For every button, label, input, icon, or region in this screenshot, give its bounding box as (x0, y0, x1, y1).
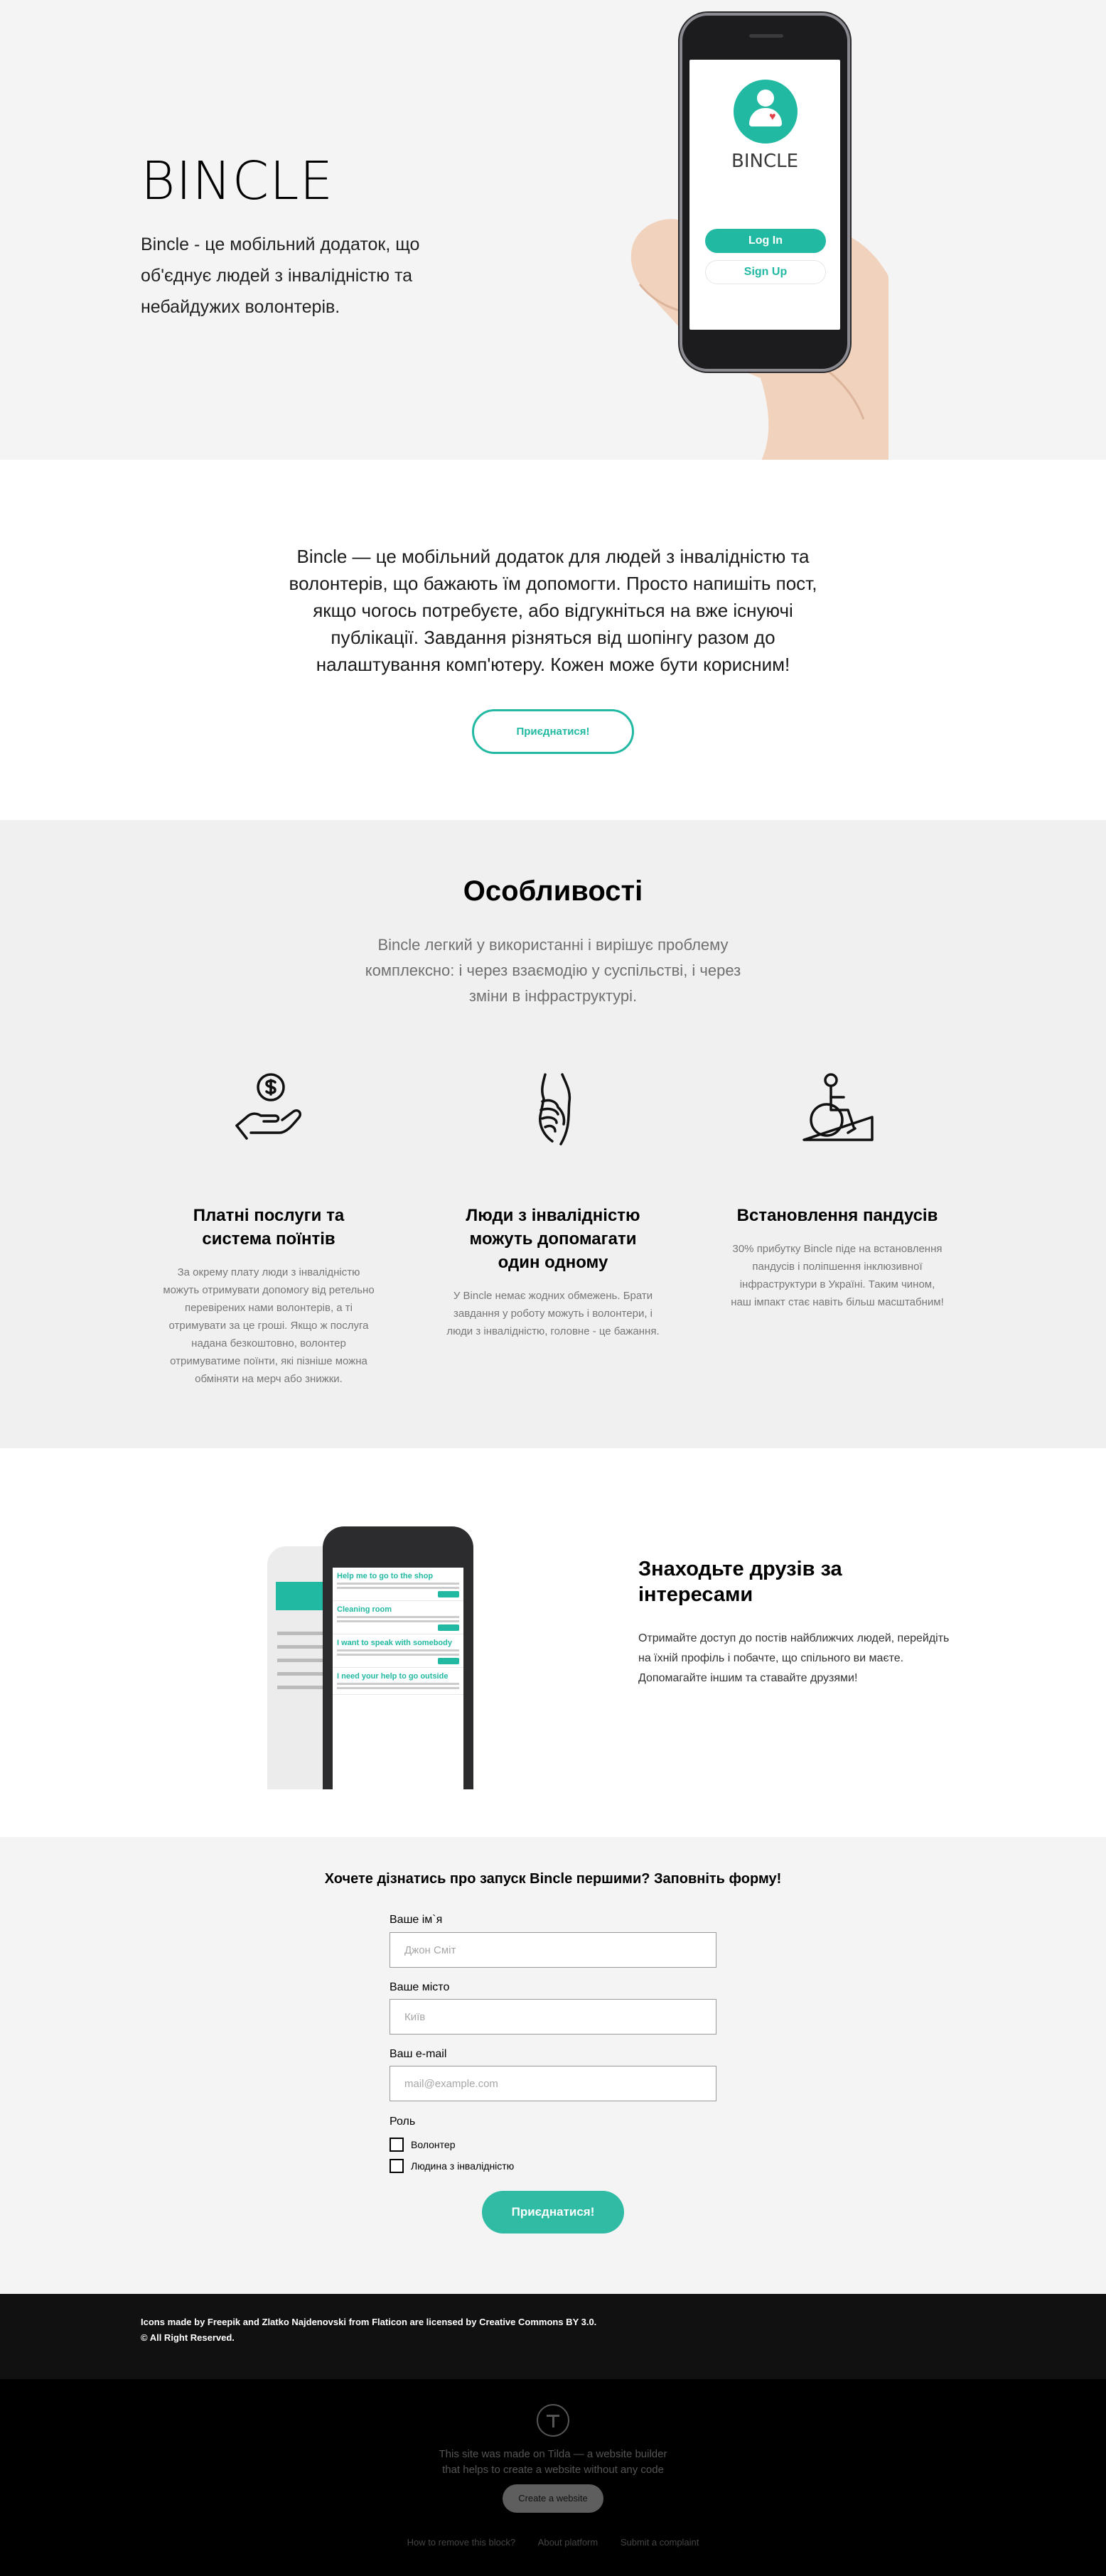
city-label: Ваше місто (390, 1981, 450, 1993)
mock-post: I need your help to go outside (333, 1668, 463, 1695)
features-section: Особливості Bincle легкий у використанні… (0, 820, 1106, 1448)
mock-post: Cleaning room (333, 1601, 463, 1634)
app-name: BINCLE (731, 151, 799, 172)
money-hand-icon (235, 1073, 302, 1140)
feature-title: Встановлення пандусів (736, 1206, 938, 1225)
join-button[interactable]: Приєднатися! (472, 709, 634, 754)
role-disabled-checkbox[interactable]: Людина з інвалідністю (390, 2159, 514, 2173)
app-login-button: Log In (705, 229, 826, 253)
mock-post: I want to speak with somebody (333, 1634, 463, 1668)
about-section: Bincle — це мобільний додаток для людей … (0, 460, 1106, 820)
feature-title: Люди з інвалідністю можуть допомагати од… (466, 1206, 640, 1272)
checkbox-label: Людина з інвалідністю (411, 2160, 515, 2172)
wheelchair-ramp-icon (802, 1073, 874, 1141)
checkbox-label: Волонтер (411, 2139, 456, 2150)
credits-section: Icons made by Freepik and Zlatko Najdeno… (0, 2294, 1106, 2379)
tilda-links: How to remove this block? About platform… (0, 2537, 1106, 2548)
role-label: Роль (390, 2116, 416, 2128)
create-website-button[interactable]: Create a website (503, 2484, 603, 2513)
signup-form-section: Хочете дізнатись про запуск Bincle перши… (0, 1837, 1106, 2294)
phone-in-hand-image: ♥ BINCLE Log In Sign Up (618, 0, 903, 460)
email-input[interactable] (390, 2066, 716, 2101)
feed-screen-mockup: Help me to go to the shop Cleaning room … (323, 1526, 473, 1789)
tilda-footer: This site was made on Tilda — a website … (0, 2379, 1106, 2576)
feature-title: Платні послуги та система поїнтів (193, 1206, 345, 1249)
bincle-logo-icon: ♥ (734, 80, 798, 144)
submit-complaint-link[interactable]: Submit a complaint (621, 2537, 699, 2548)
friends-section: Help me to go to the shop Cleaning room … (0, 1448, 1106, 1837)
feature-ramps: Встановлення пандусів 30% прибутку Bincl… (731, 1070, 944, 1311)
icons-credit: Icons made by Freepik and Zlatko Najdeno… (141, 2317, 597, 2327)
feature-text: У Bincle немає жодних обмежень. Брати за… (446, 1290, 660, 1337)
about-platform-link[interactable]: About platform (538, 2537, 598, 2548)
feature-text: За окрему плату люди з інвалідністю можу… (163, 1266, 375, 1385)
phone-screen: ♥ BINCLE Log In Sign Up (689, 60, 840, 330)
handshake-icon (539, 1073, 571, 1146)
form-title: Хочете дізнатись про запуск Bincle перши… (324, 1871, 782, 1887)
smartphone: ♥ BINCLE Log In Sign Up (680, 13, 850, 372)
features-title: Особливості (463, 875, 643, 907)
name-label: Ваше ім`я (390, 1914, 443, 1926)
checkbox-box[interactable] (390, 2138, 404, 2152)
email-label: Ваш e-mail (390, 2048, 447, 2060)
role-volunteer-checkbox[interactable]: Волонтер (390, 2138, 456, 2152)
copyright: © All Right Reserved. (141, 2332, 235, 2343)
phone-speaker (749, 34, 783, 38)
app-signup-button: Sign Up (705, 260, 826, 284)
feature-paid-services: Платні послуги та система поїнтів За окр… (162, 1070, 375, 1388)
name-input[interactable] (390, 1932, 716, 1968)
hero-subtitle: Bincle - це мобільний додаток, що об'єдн… (141, 235, 420, 317)
friends-title: Знаходьте друзів за інтересами (638, 1558, 842, 1606)
checkbox-box[interactable] (390, 2159, 404, 2173)
tilda-logo-icon[interactable] (537, 2404, 569, 2437)
friends-text: Отримайте доступ до постів найближчих лю… (638, 1632, 950, 1684)
app-screens-mockup: Help me to go to the shop Cleaning room … (267, 1526, 473, 1789)
feature-mutual-help: Люди з інвалідністю можуть допомагати од… (446, 1070, 660, 1340)
tilda-text: This site was made on Tilda — a website … (439, 2448, 667, 2476)
mock-post: Help me to go to the shop (333, 1568, 463, 1601)
city-input[interactable] (390, 1999, 716, 2035)
submit-button[interactable]: Приєднатися! (482, 2191, 624, 2233)
about-text: Bincle — це мобільний додаток для людей … (289, 546, 817, 675)
hero-title: BINCLE (141, 151, 334, 212)
features-subtitle: Bincle легкий у використанні і вирішує п… (365, 936, 741, 1005)
remove-block-link[interactable]: How to remove this block? (407, 2537, 515, 2548)
hero-section: BINCLE Bincle - це мобільний додаток, що… (0, 0, 1106, 460)
feature-text: 30% прибутку Bincle піде на встановлення… (731, 1243, 944, 1308)
